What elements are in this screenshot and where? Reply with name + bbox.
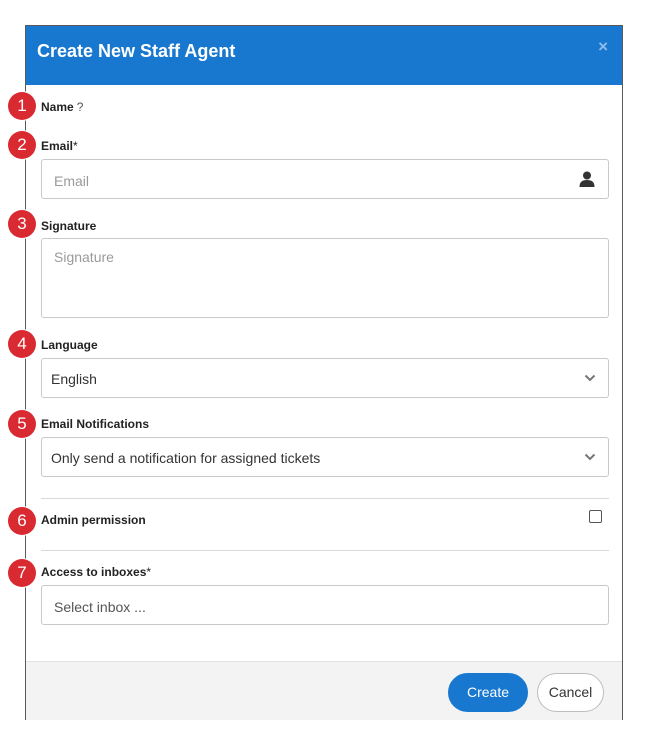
email-notifications-label: Email Notifications	[41, 417, 150, 431]
inbox-placeholder: Select inbox ...	[54, 599, 146, 615]
name-label: Name?	[41, 100, 83, 114]
email-label-text: Email	[41, 139, 74, 153]
cancel-button[interactable]: Cancel	[537, 673, 604, 712]
create-staff-agent-dialog: Create New Staff Agent × Name? Email* Em…	[25, 25, 623, 720]
annotation-badge-3: 3	[8, 210, 36, 238]
annotation-badge-2: 2	[8, 131, 36, 159]
inbox-select-input[interactable]: Select inbox ...	[41, 585, 609, 625]
email-placeholder: Email	[54, 173, 90, 189]
admin-permission-label: Admin permission	[41, 513, 146, 527]
access-inboxes-label-text: Access to inboxes	[41, 565, 147, 579]
email-lookup-button[interactable]	[566, 159, 609, 199]
email-notifications-value: Only send a notification for assigned ti…	[51, 450, 321, 466]
access-inboxes-label: Access to inboxes*	[41, 565, 151, 579]
chevron-down-icon	[584, 453, 596, 461]
annotation-badge-5: 5	[8, 410, 36, 438]
name-label-text: Name	[41, 100, 74, 114]
language-value: English	[51, 371, 97, 387]
required-mark: *	[146, 565, 152, 579]
annotation-badge-1: 1	[8, 92, 36, 120]
annotation-badge-4: 4	[8, 330, 36, 358]
dialog-title: Create New Staff Agent	[37, 41, 236, 61]
close-icon[interactable]: ×	[598, 37, 608, 57]
email-notifications-select[interactable]: Only send a notification for assigned ti…	[41, 437, 609, 477]
create-button[interactable]: Create	[448, 673, 528, 712]
help-icon[interactable]: ?	[77, 100, 84, 114]
email-input[interactable]: Email	[41, 159, 567, 199]
email-label: Email*	[41, 139, 78, 153]
dialog-header: Create New Staff Agent ×	[26, 26, 622, 85]
admin-permission-checkbox[interactable]	[589, 510, 602, 523]
required-mark: *	[73, 139, 78, 153]
user-icon	[579, 171, 595, 187]
dialog-footer: Create Cancel	[26, 661, 622, 720]
divider	[41, 550, 609, 551]
signature-label: Signature	[41, 219, 97, 233]
signature-placeholder: Signature	[54, 249, 114, 265]
divider	[41, 498, 609, 499]
annotation-badge-6: 6	[8, 507, 36, 535]
signature-textarea[interactable]: Signature	[41, 238, 609, 318]
chevron-down-icon	[584, 374, 596, 382]
annotation-badge-7: 7	[8, 559, 36, 587]
language-label: Language	[41, 338, 98, 352]
language-select[interactable]: English	[41, 358, 609, 398]
